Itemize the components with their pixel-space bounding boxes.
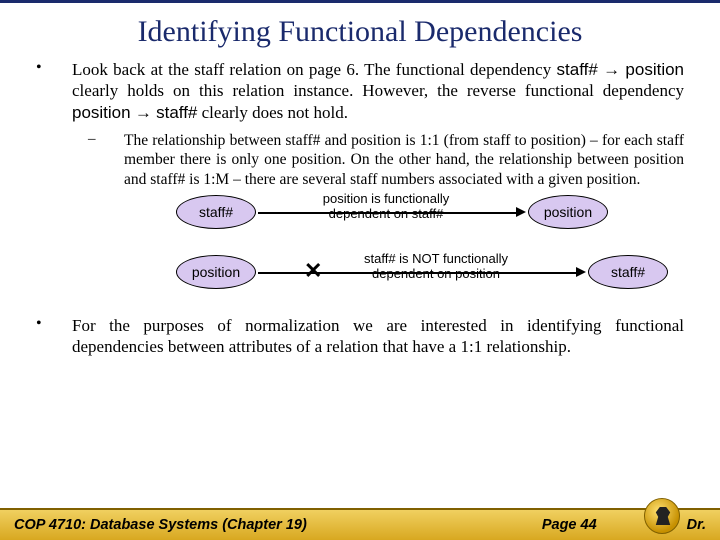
bullet-2: • For the purposes of normalization we a… — [36, 315, 684, 358]
sub-bullet-1-text: The relationship between staff# and posi… — [124, 131, 684, 189]
diagram-fd-holds: staff# position is functionallydependent… — [136, 195, 684, 249]
bullet-1-text: Look back at the staff relation on page … — [72, 59, 684, 123]
ellipse-staffno2: staff# — [588, 255, 668, 289]
sub-marker: – — [88, 131, 124, 189]
slide-title: Identifying Functional Dependencies — [36, 15, 684, 49]
footer-page: Page 44 — [542, 517, 597, 533]
footer-author: Dr. — [687, 517, 706, 533]
arrow-head-icon — [516, 207, 526, 217]
bullet-marker: • — [36, 59, 72, 123]
bullet-1: • Look back at the staff relation on pag… — [36, 59, 684, 123]
slide-footer: COP 4710: Database Systems (Chapter 19) … — [0, 508, 720, 540]
ellipse-staffno: staff# — [176, 195, 256, 229]
caption-1: position is functionallydependent on sta… — [301, 191, 471, 222]
arrow-head-icon — [576, 267, 586, 277]
bullet-2-text: For the purposes of normalization we are… — [72, 315, 684, 358]
diagram-fd-not-holds: position ✕ staff# is NOT functionallydep… — [136, 255, 684, 309]
bullet-marker: • — [36, 315, 72, 358]
caption-2: staff# is NOT functionallydependent on p… — [351, 251, 521, 282]
ellipse-position: position — [528, 195, 608, 229]
ucf-logo-icon — [644, 498, 680, 534]
ellipse-position2: position — [176, 255, 256, 289]
footer-course: COP 4710: Database Systems (Chapter 19) — [14, 517, 542, 533]
sub-bullet-1: – The relationship between staff# and po… — [88, 131, 684, 189]
cross-icon: ✕ — [304, 258, 322, 284]
